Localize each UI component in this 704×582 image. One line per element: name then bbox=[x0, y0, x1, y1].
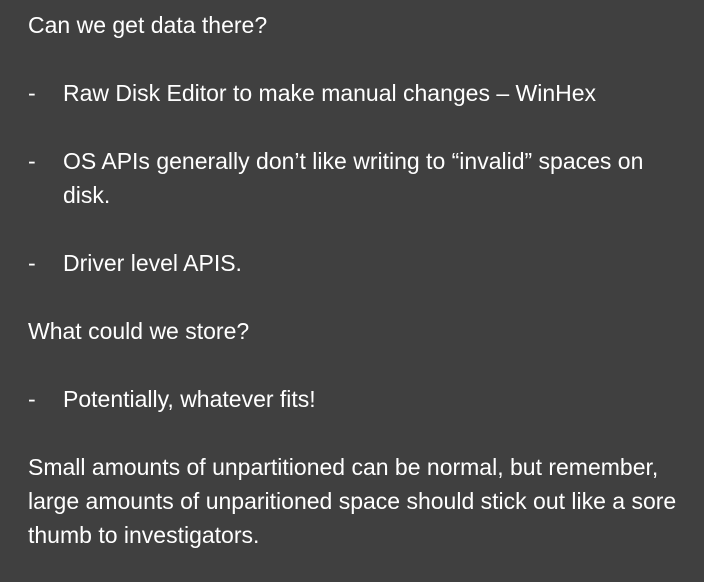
bullet-item-3: - Driver level APIS. bbox=[28, 246, 684, 280]
bullet-dash: - bbox=[28, 386, 36, 412]
bullet-text: Driver level APIS. bbox=[63, 250, 242, 276]
bullet-item-1: - Raw Disk Editor to make manual changes… bbox=[28, 76, 684, 110]
bullet-dash: - bbox=[28, 250, 36, 276]
bullet-dash: - bbox=[28, 80, 36, 106]
bullet-item-4: - Potentially, whatever fits! bbox=[28, 382, 684, 416]
question-heading-1: Can we get data there? bbox=[28, 12, 268, 38]
bullet-dash: - bbox=[28, 148, 36, 174]
bullet-text: Potentially, whatever fits! bbox=[63, 386, 316, 412]
slide: Can we get data there? - Raw Disk Editor… bbox=[0, 0, 704, 582]
bullet-text: Raw Disk Editor to make manual changes –… bbox=[63, 80, 597, 106]
bullet-item-2: - OS APIs generally don’t like writing t… bbox=[28, 144, 684, 212]
closing-paragraph: Small amounts of unpartitioned can be no… bbox=[28, 454, 677, 548]
question-heading-2: What could we store? bbox=[28, 318, 250, 344]
bullet-text: OS APIs generally don’t like writing to … bbox=[63, 148, 644, 208]
